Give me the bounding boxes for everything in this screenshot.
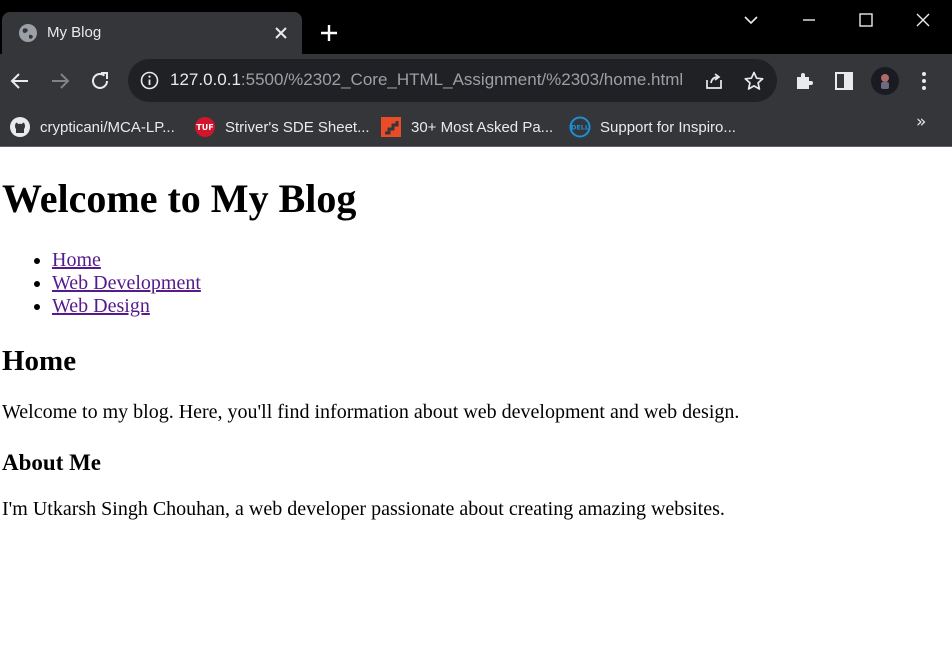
svg-text:TUF: TUF <box>196 123 213 132</box>
avatar-icon <box>881 74 889 89</box>
browser-titlebar: My Blog <box>0 0 952 54</box>
section-title: Home <box>2 345 77 377</box>
nav-item: Web Development <box>52 272 201 295</box>
bookmark-label: Striver's SDE Sheet... <box>225 118 370 136</box>
reload-icon[interactable] <box>88 69 112 93</box>
forward-arrow-icon[interactable] <box>48 69 72 93</box>
dell-icon: DELL <box>569 116 591 138</box>
bookmarks-bar: crypticani/MCA-LP... TUF Striver's SDE S… <box>0 108 952 147</box>
bookmark-star-icon[interactable] <box>743 70 765 92</box>
bookmark-label: Support for Inspiro... <box>600 118 736 136</box>
side-panel-icon[interactable] <box>832 69 856 93</box>
page-heading: Welcome to My Blog <box>2 176 357 221</box>
browser-toolbar: 127.0.0.1:5500/%2302_Core_HTML_Assignmen… <box>0 54 952 108</box>
url-path: :5500/%2302_Core_HTML_Assignment/%2303/h… <box>240 70 684 89</box>
extensions-icon[interactable] <box>792 69 816 93</box>
new-tab-icon[interactable] <box>318 22 340 44</box>
bookmark-item[interactable]: crypticani/MCA-LP... <box>9 115 175 139</box>
profile-avatar[interactable] <box>871 67 899 95</box>
intro-paragraph: Welcome to my blog. Here, you'll find in… <box>2 401 740 423</box>
maximize-icon[interactable] <box>856 10 876 30</box>
bookmark-item[interactable]: DELL Support for Inspiro... <box>569 115 736 139</box>
back-arrow-icon[interactable] <box>8 69 32 93</box>
bookmark-item[interactable]: 30+ Most Asked Pa... <box>380 115 553 139</box>
address-bar[interactable]: 127.0.0.1:5500/%2302_Core_HTML_Assignmen… <box>128 59 777 102</box>
bookmark-label: crypticani/MCA-LP... <box>40 118 175 136</box>
bookmark-label: 30+ Most Asked Pa... <box>411 118 554 136</box>
svg-text:DELL: DELL <box>571 124 589 132</box>
about-title: About Me <box>2 450 102 475</box>
leetcode-icon <box>381 117 401 137</box>
share-icon[interactable] <box>703 70 725 92</box>
nav-link-web-development[interactable]: Web Development <box>52 272 201 294</box>
bookmarks-overflow-button[interactable]: » <box>916 112 926 132</box>
minimize-icon[interactable] <box>799 10 819 30</box>
about-paragraph: I'm Utkarsh Singh Chouhan, a web develop… <box>2 498 725 520</box>
address-url[interactable]: 127.0.0.1:5500/%2302_Core_HTML_Assignmen… <box>170 70 683 90</box>
bookmark-item[interactable]: TUF Striver's SDE Sheet... <box>194 115 370 139</box>
close-tab-icon[interactable] <box>272 24 290 42</box>
globe-icon <box>19 24 37 42</box>
tuf-icon: TUF <box>195 117 215 137</box>
nav-item: Web Design <box>52 295 201 318</box>
nav-item: Home <box>52 249 201 272</box>
page-content: Welcome to My Blog Home Web Development … <box>0 147 952 662</box>
browser-tab[interactable]: My Blog <box>2 12 302 54</box>
tab-title: My Blog <box>47 24 102 41</box>
menu-kebab-icon[interactable] <box>912 69 936 93</box>
url-host: 127.0.0.1 <box>170 70 241 89</box>
nav-link-home[interactable]: Home <box>52 249 101 271</box>
close-window-icon[interactable] <box>913 10 933 30</box>
github-icon <box>10 117 30 137</box>
nav-list: Home Web Development Web Design <box>2 249 201 318</box>
site-info-icon[interactable] <box>140 71 159 90</box>
nav-link-web-design[interactable]: Web Design <box>52 295 150 317</box>
tab-search-chevron-icon[interactable] <box>741 10 761 30</box>
